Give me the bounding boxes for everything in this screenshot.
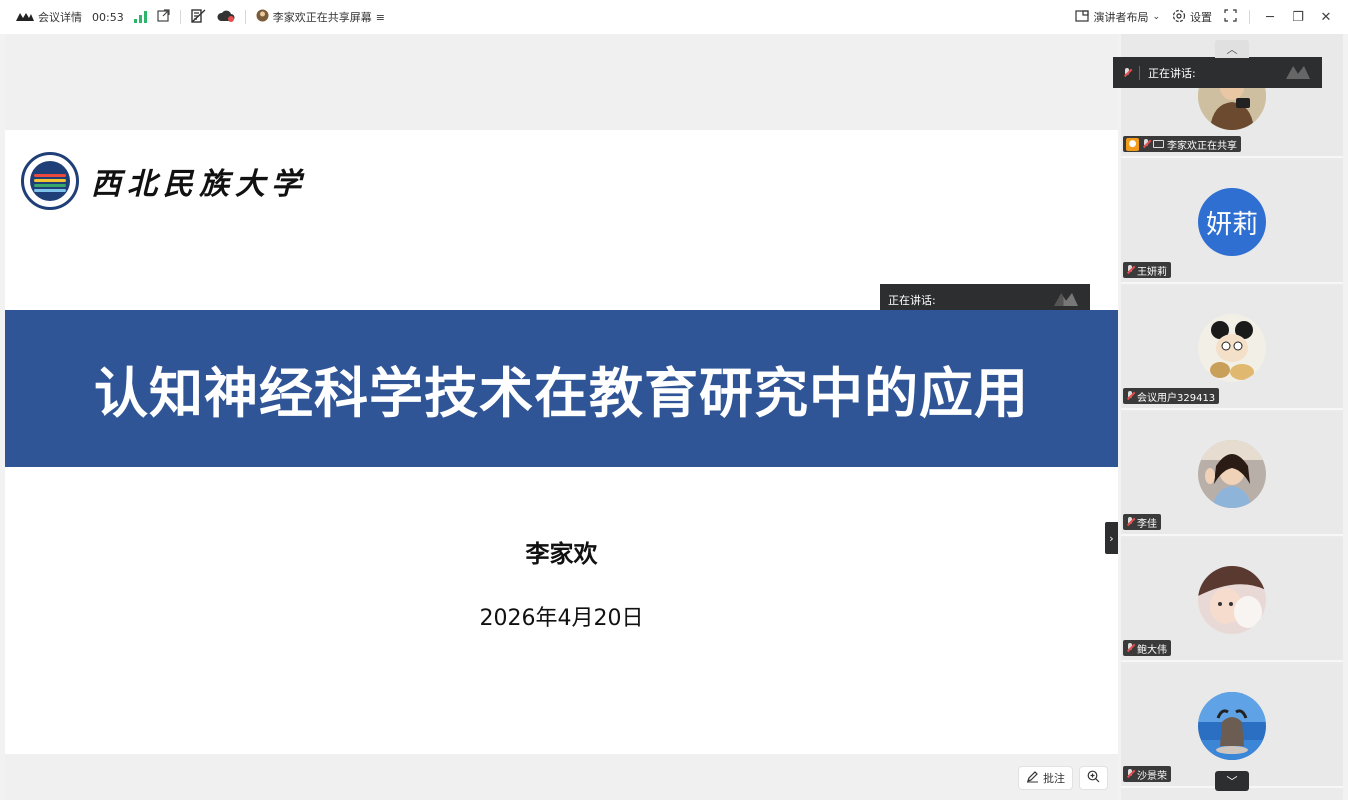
divider bbox=[179, 10, 181, 24]
panel-scroll-down-button[interactable]: ﹀ bbox=[1215, 771, 1249, 791]
meeting-timer: 00:53 bbox=[92, 10, 124, 24]
avatar bbox=[1198, 314, 1266, 382]
annotate-label: 批注 bbox=[1043, 772, 1065, 785]
audio-wave-icon bbox=[1286, 66, 1310, 79]
fullscreen-icon[interactable] bbox=[1224, 9, 1237, 25]
presentation-slide: 西北民族大学 正在讲话: 认知神经科学技术在教育研究中的应用 李家欢 2026年… bbox=[5, 130, 1118, 754]
title-banner: 认知神经科学技术在教育研究中的应用 bbox=[5, 310, 1118, 467]
sharing-status-label: 李家欢正在共享屏幕 bbox=[272, 11, 372, 24]
sharing-status-button[interactable]: 李家欢正在共享屏幕 ≡ bbox=[256, 9, 385, 25]
university-name: 西北民族大学 bbox=[91, 167, 307, 202]
chevron-down-icon: ﹀ bbox=[1226, 775, 1238, 788]
university-logo: 西北民族大学 bbox=[21, 152, 307, 210]
speaking-label: 正在讲话: bbox=[1148, 66, 1196, 80]
mic-muted-icon bbox=[1126, 769, 1134, 779]
audio-wave-icon bbox=[1054, 293, 1078, 306]
screen-share-icon bbox=[1153, 140, 1164, 148]
layout-icon bbox=[1075, 9, 1090, 25]
network-signal-icon[interactable] bbox=[133, 11, 147, 23]
mic-muted-icon bbox=[1126, 265, 1134, 275]
cloud-record-icon[interactable] bbox=[217, 9, 235, 25]
meeting-info-button[interactable]: 会议详情 bbox=[16, 9, 82, 25]
chevron-right-icon: › bbox=[1109, 531, 1114, 545]
mic-muted-icon bbox=[1126, 391, 1134, 401]
restore-icon[interactable]: ❐ bbox=[1290, 10, 1306, 25]
host-icon: ● bbox=[1126, 137, 1139, 151]
slide-author: 李家欢 bbox=[525, 540, 598, 568]
minimize-icon[interactable]: ─ bbox=[1262, 10, 1278, 25]
panel-speaking-indicator: 正在讲话: bbox=[1113, 57, 1322, 88]
university-seal-icon bbox=[21, 152, 79, 210]
zoom-in-icon bbox=[1087, 770, 1100, 786]
mic-muted-icon bbox=[1126, 643, 1134, 653]
participant-name: 李家欢正在共享 bbox=[1167, 140, 1237, 152]
shared-screen: 西北民族大学 正在讲话: 认知神经科学技术在教育研究中的应用 李家欢 2026年… bbox=[5, 34, 1118, 800]
recording-off-icon[interactable] bbox=[191, 8, 207, 26]
participant-tile[interactable]: 李佳 bbox=[1121, 412, 1343, 536]
settings-label: 设置 bbox=[1190, 11, 1212, 24]
menu-lines-icon: ≡ bbox=[375, 10, 385, 24]
chevron-up-icon: ︿ bbox=[1226, 43, 1238, 56]
participant-name-tag: 会议用户329413 bbox=[1123, 388, 1220, 404]
participant-tile[interactable]: 会议用户329413 bbox=[1121, 286, 1343, 410]
meeting-logo-icon bbox=[16, 11, 34, 24]
avatar bbox=[1198, 692, 1266, 760]
participant-name-tag: 沙景荣 bbox=[1123, 766, 1171, 782]
participant-tile[interactable]: 鲍大伟 bbox=[1121, 538, 1343, 662]
mic-muted-icon bbox=[1123, 67, 1131, 78]
participant-panel: ● 李家欢正在共享 妍莉 王妍莉 会议用户329413 李佳 鲍大伟 沙景荣 bbox=[1121, 34, 1343, 800]
chevron-down-icon: ⌄ bbox=[1152, 12, 1160, 22]
close-icon[interactable]: ✕ bbox=[1318, 10, 1334, 25]
meeting-info-label: 会议详情 bbox=[38, 11, 82, 24]
participant-name: 鲍大伟 bbox=[1137, 644, 1167, 656]
divider bbox=[244, 10, 246, 24]
slide-title: 认知神经科学技术在教育研究中的应用 bbox=[94, 362, 1029, 425]
zoom-button[interactable] bbox=[1079, 766, 1108, 790]
layout-label: 演讲者布局 bbox=[1093, 11, 1149, 24]
settings-button[interactable]: 设置 bbox=[1172, 9, 1212, 26]
participant-name: 沙景荣 bbox=[1137, 770, 1167, 782]
avatar: 妍莉 bbox=[1198, 188, 1266, 256]
top-toolbar: 会议详情 00:53 李家欢正在共享屏幕 ≡ 演讲者布局 ⌄ 设置 ─ ❐ ✕ bbox=[0, 0, 1348, 34]
participant-name: 李佳 bbox=[1137, 518, 1157, 530]
slide-date: 2026年4月20日 bbox=[479, 606, 644, 631]
participant-name-tag: 鲍大伟 bbox=[1123, 640, 1171, 656]
external-link-icon[interactable] bbox=[157, 9, 170, 25]
divider bbox=[1249, 10, 1250, 24]
mic-muted-icon bbox=[1142, 139, 1150, 149]
mic-muted-icon bbox=[1126, 517, 1134, 527]
sharer-avatar-icon bbox=[256, 9, 269, 25]
layout-dropdown[interactable]: 演讲者布局 ⌄ bbox=[1075, 9, 1160, 25]
participant-tile[interactable]: 妍莉 王妍莉 bbox=[1121, 160, 1343, 284]
slide-margin bbox=[5, 34, 1118, 130]
participant-name: 会议用户329413 bbox=[1137, 392, 1216, 404]
participant-name: 王妍莉 bbox=[1137, 266, 1167, 278]
avatar bbox=[1198, 440, 1266, 508]
bottom-tools: 批注 bbox=[1018, 766, 1108, 790]
gear-icon bbox=[1172, 9, 1186, 26]
annotate-button[interactable]: 批注 bbox=[1018, 766, 1073, 790]
participant-name-tag: 王妍莉 bbox=[1123, 262, 1171, 278]
pen-icon bbox=[1026, 770, 1039, 786]
panel-scroll-up-button[interactable]: ︿ bbox=[1215, 40, 1249, 58]
participant-tile[interactable]: 沙景荣 bbox=[1121, 664, 1343, 788]
expand-panel-button[interactable]: › bbox=[1105, 522, 1118, 554]
participant-name-tag: ● 李家欢正在共享 bbox=[1123, 136, 1241, 152]
participant-name-tag: 李佳 bbox=[1123, 514, 1161, 530]
speaking-label: 正在讲话: bbox=[888, 293, 936, 307]
avatar bbox=[1198, 566, 1266, 634]
